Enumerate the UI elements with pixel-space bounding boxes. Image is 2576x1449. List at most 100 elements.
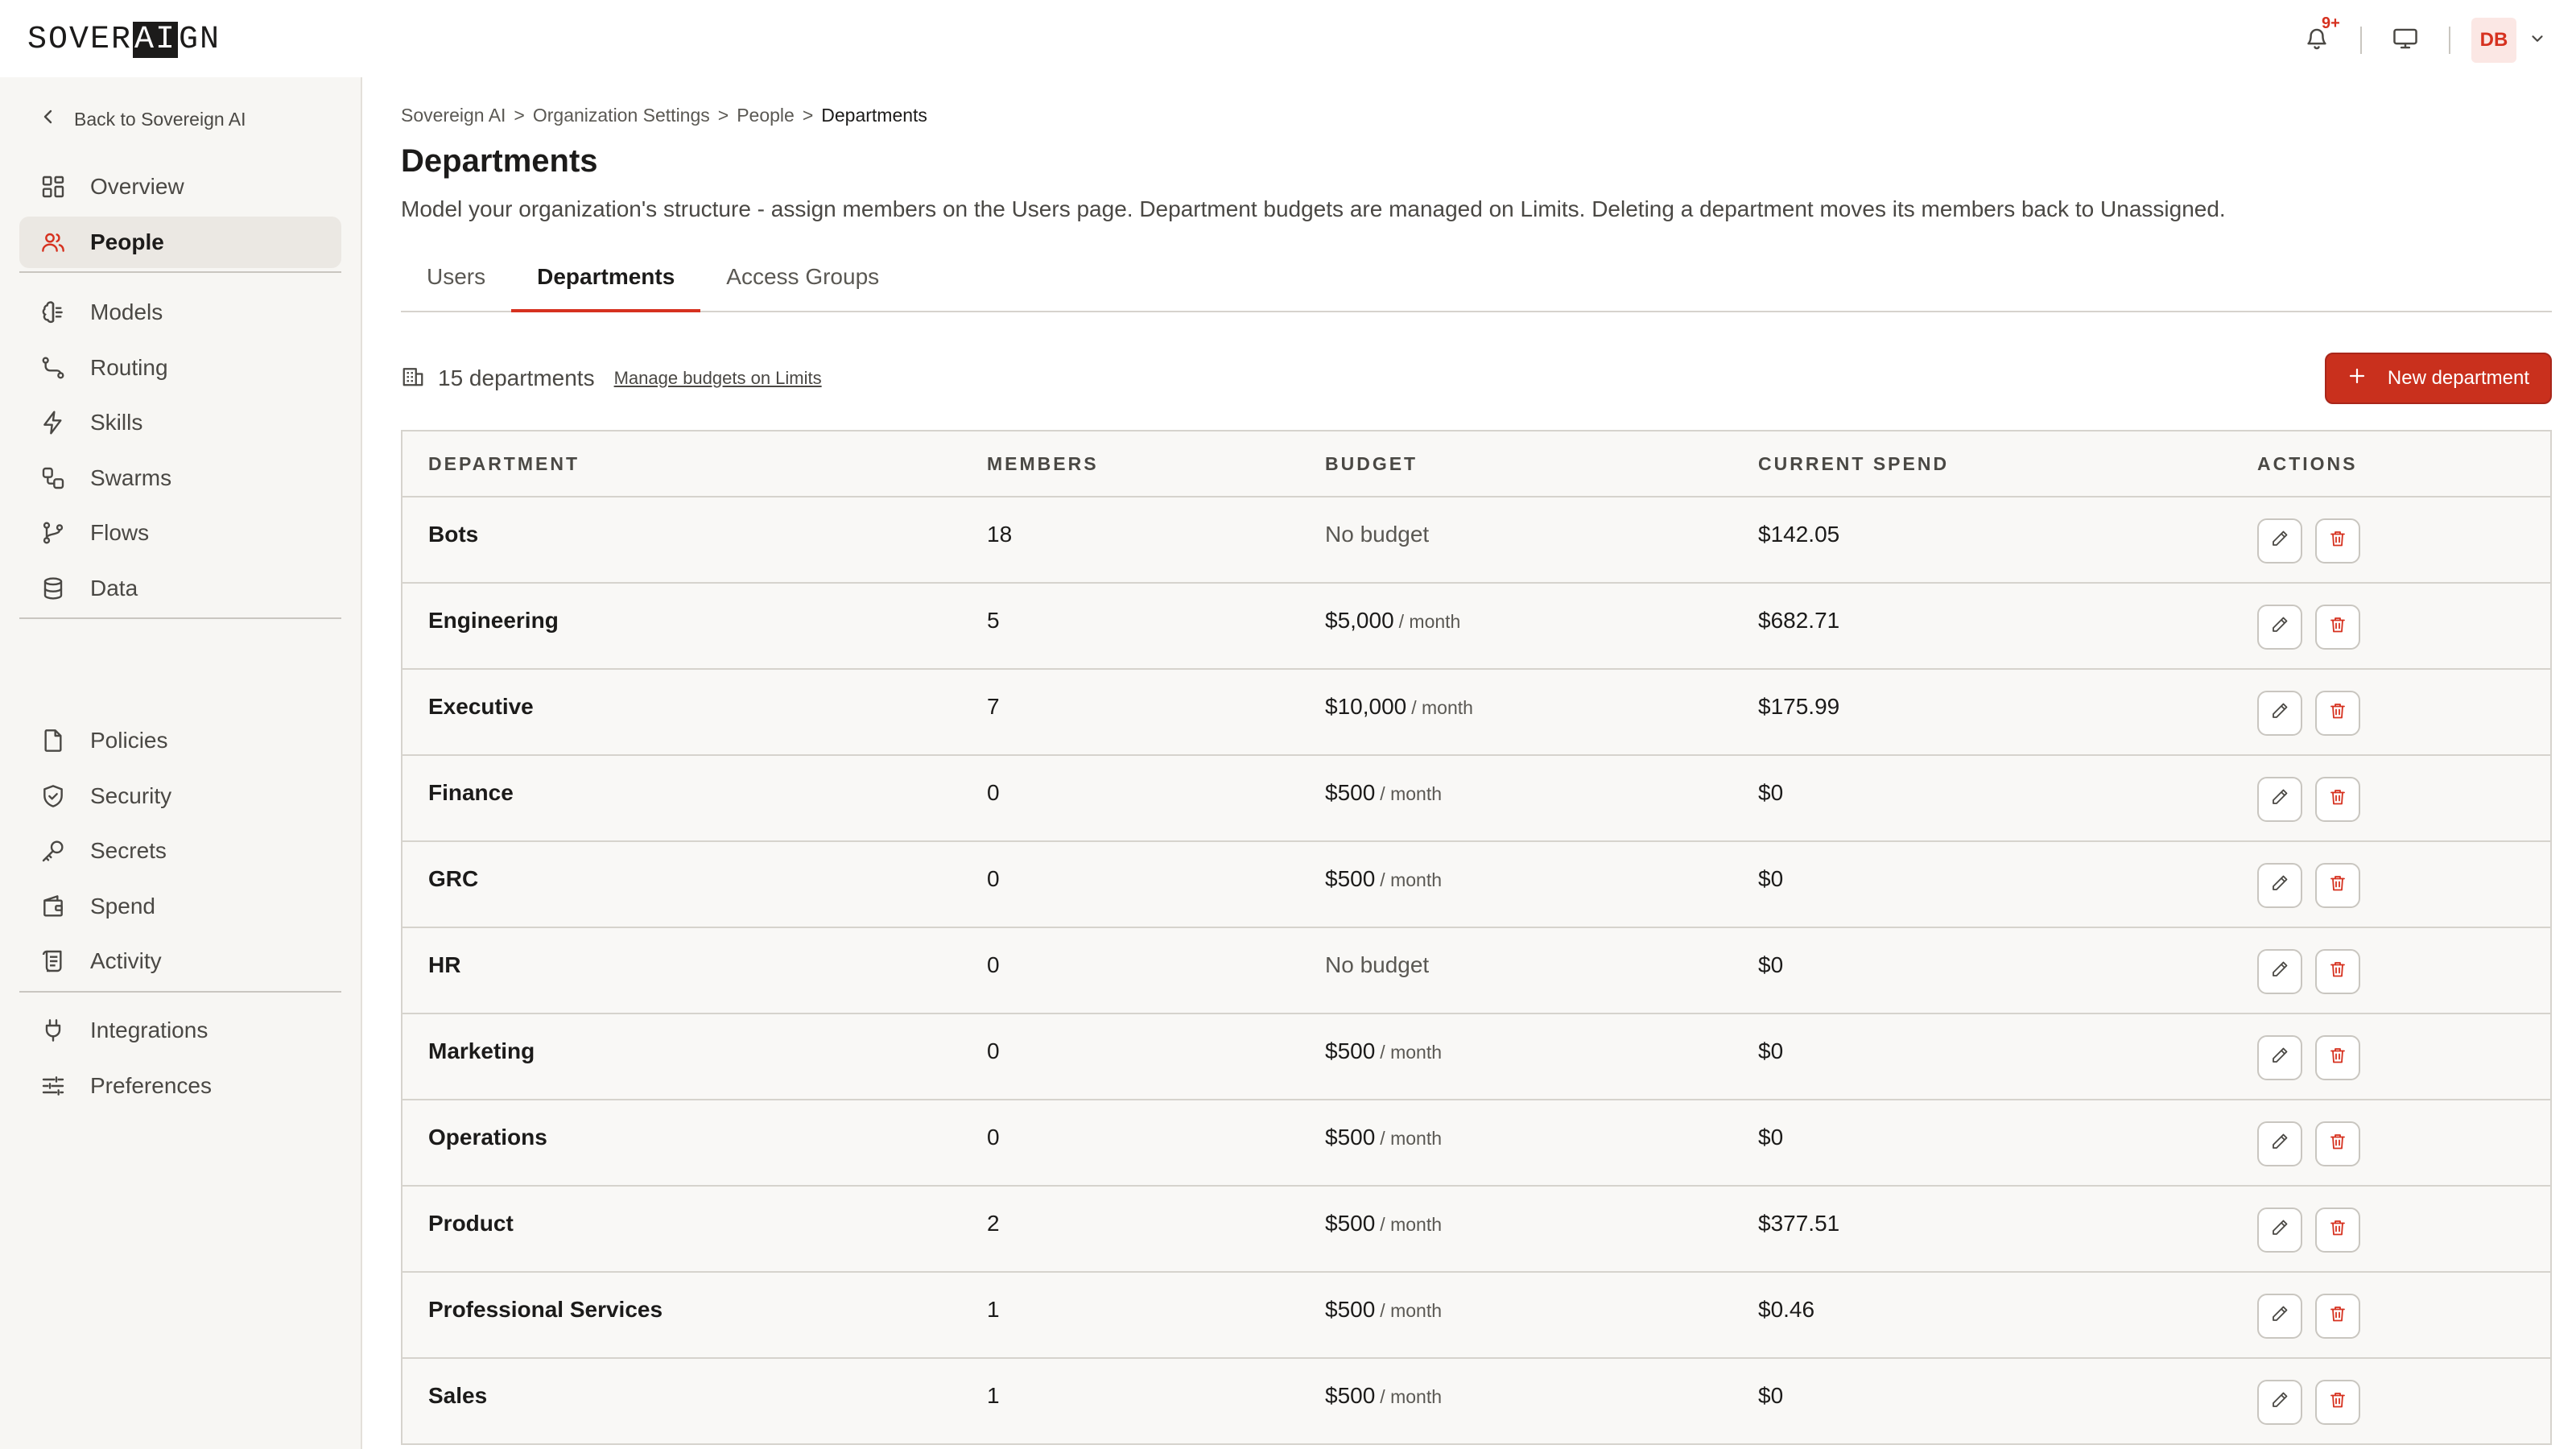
current-spend: $142.05 xyxy=(1758,522,1840,547)
sidebar-item-routing[interactable]: Routing xyxy=(19,342,341,394)
sidebar-item-models[interactable]: Models xyxy=(19,287,341,338)
row-actions xyxy=(2231,584,2550,650)
tab-users[interactable]: Users xyxy=(401,243,511,311)
department-count: 15 departments xyxy=(401,364,595,394)
budget-cell: $500/ month xyxy=(1299,756,1732,806)
edit-button[interactable] xyxy=(2257,1208,2302,1253)
department-name: Professional Services xyxy=(428,1297,663,1322)
pencil-icon xyxy=(2270,873,2289,898)
edit-button[interactable] xyxy=(2257,777,2302,822)
back-link[interactable]: Back to Sovereign AI xyxy=(40,108,246,130)
column-header-budget: BUDGET xyxy=(1325,452,1418,474)
tab-access-groups[interactable]: Access Groups xyxy=(700,243,905,311)
main-content: Sovereign AI > Organization Settings > P… xyxy=(401,77,2552,1449)
budget-period: / month xyxy=(1398,611,1461,632)
current-spend: $377.51 xyxy=(1758,1211,1840,1236)
back-link-label: Back to Sovereign AI xyxy=(74,108,246,130)
table-toolbar: 15 departments Manage budgets on Limits … xyxy=(401,353,2552,404)
row-actions xyxy=(2231,842,2550,908)
manage-budgets-link[interactable]: Manage budgets on Limits xyxy=(614,368,822,389)
breadcrumb-item[interactable]: Sovereign AI xyxy=(401,105,506,126)
sidebar-item-label: Skills xyxy=(90,410,143,435)
budget-value: $500 xyxy=(1325,1297,1376,1322)
sidebar-item-preferences[interactable]: Preferences xyxy=(19,1060,341,1112)
sidebar-item-overview[interactable]: Overview xyxy=(19,161,341,213)
divider xyxy=(2449,27,2450,54)
row-actions xyxy=(2231,1273,2550,1339)
delete-button[interactable] xyxy=(2315,949,2360,994)
delete-button[interactable] xyxy=(2315,1380,2360,1425)
chevron-left-icon xyxy=(40,108,56,130)
department-name: Bots xyxy=(428,522,479,547)
budget-cell: $500/ month xyxy=(1299,1187,1732,1236)
column-header-department: DEPARTMENT xyxy=(428,452,580,474)
column-header-actions: ACTIONS xyxy=(2257,452,2358,474)
sidebar-item-secrets[interactable]: Secrets xyxy=(19,825,341,877)
page-title: Departments xyxy=(401,143,598,179)
breadcrumb-separator: > xyxy=(514,105,525,126)
edit-button[interactable] xyxy=(2257,605,2302,650)
budget-period: / month xyxy=(1380,783,1443,804)
sidebar-item-swarms[interactable]: Swarms xyxy=(19,452,341,504)
delete-button[interactable] xyxy=(2315,777,2360,822)
delete-button[interactable] xyxy=(2315,1035,2360,1080)
nav-group-main: Overview People xyxy=(19,161,341,273)
delete-button[interactable] xyxy=(2315,691,2360,736)
database-icon xyxy=(39,574,68,603)
sidebar-item-label: Preferences xyxy=(90,1072,212,1098)
sidebar-item-data[interactable]: Data xyxy=(19,563,341,614)
budget-cell: $5,000/ month xyxy=(1299,584,1732,634)
brand-logo[interactable]: SOVER AI GN xyxy=(27,21,221,58)
account-menu-toggle[interactable] xyxy=(2526,29,2549,52)
plus-icon xyxy=(2347,366,2367,391)
budget-period: / month xyxy=(1380,1128,1443,1149)
sidebar-item-people[interactable]: People xyxy=(19,216,341,268)
member-count: 0 xyxy=(987,780,1000,805)
delete-button[interactable] xyxy=(2315,1294,2360,1339)
table-row: GRC 0 $500/ month $0 xyxy=(402,842,2550,928)
avatar[interactable]: DB xyxy=(2471,18,2516,63)
edit-button[interactable] xyxy=(2257,518,2302,564)
row-actions xyxy=(2231,928,2550,994)
breadcrumb-item[interactable]: People xyxy=(737,105,795,126)
delete-button[interactable] xyxy=(2315,1208,2360,1253)
sidebar-item-activity[interactable]: Activity xyxy=(19,935,341,987)
sidebar-item-skills[interactable]: Skills xyxy=(19,397,341,448)
column-header-current-spend: CURRENT SPEND xyxy=(1758,452,1950,474)
member-count: 18 xyxy=(987,522,1013,547)
key-icon xyxy=(39,836,68,865)
breadcrumb-item[interactable]: Organization Settings xyxy=(533,105,710,126)
sidebar-item-spend[interactable]: Spend xyxy=(19,881,341,932)
member-count: 5 xyxy=(987,608,1000,633)
row-actions xyxy=(2231,1100,2550,1166)
edit-button[interactable] xyxy=(2257,949,2302,994)
sidebar-item-label: Policies xyxy=(90,728,168,753)
edit-button[interactable] xyxy=(2257,1380,2302,1425)
edit-button[interactable] xyxy=(2257,1035,2302,1080)
table-row: Professional Services 1 $500/ month $0.4… xyxy=(402,1273,2550,1359)
sidebar-item-flows[interactable]: Flows xyxy=(19,507,341,559)
delete-button[interactable] xyxy=(2315,605,2360,650)
table-row: Sales 1 $500/ month $0 xyxy=(402,1359,2550,1445)
edit-button[interactable] xyxy=(2257,691,2302,736)
edit-button[interactable] xyxy=(2257,1121,2302,1166)
notifications-button[interactable]: 9+ xyxy=(2294,14,2340,63)
display-button[interactable] xyxy=(2383,18,2428,63)
wallet-icon xyxy=(39,892,68,921)
top-bar-actions: 9+ DB xyxy=(2294,14,2549,63)
tab-departments[interactable]: Departments xyxy=(511,243,701,312)
delete-button[interactable] xyxy=(2315,1121,2360,1166)
sidebar-item-policies[interactable]: Policies xyxy=(19,715,341,766)
sidebar-item-security[interactable]: Security xyxy=(19,770,341,822)
row-actions xyxy=(2231,670,2550,736)
sidebar-item-integrations[interactable]: Integrations xyxy=(19,1005,341,1056)
new-department-button[interactable]: New department xyxy=(2324,353,2552,404)
delete-button[interactable] xyxy=(2315,518,2360,564)
delete-button[interactable] xyxy=(2315,863,2360,908)
department-name: Product xyxy=(428,1211,514,1236)
budget-value: $500 xyxy=(1325,780,1376,805)
pencil-icon xyxy=(2270,1389,2289,1415)
current-spend: $682.71 xyxy=(1758,608,1840,633)
edit-button[interactable] xyxy=(2257,863,2302,908)
edit-button[interactable] xyxy=(2257,1294,2302,1339)
